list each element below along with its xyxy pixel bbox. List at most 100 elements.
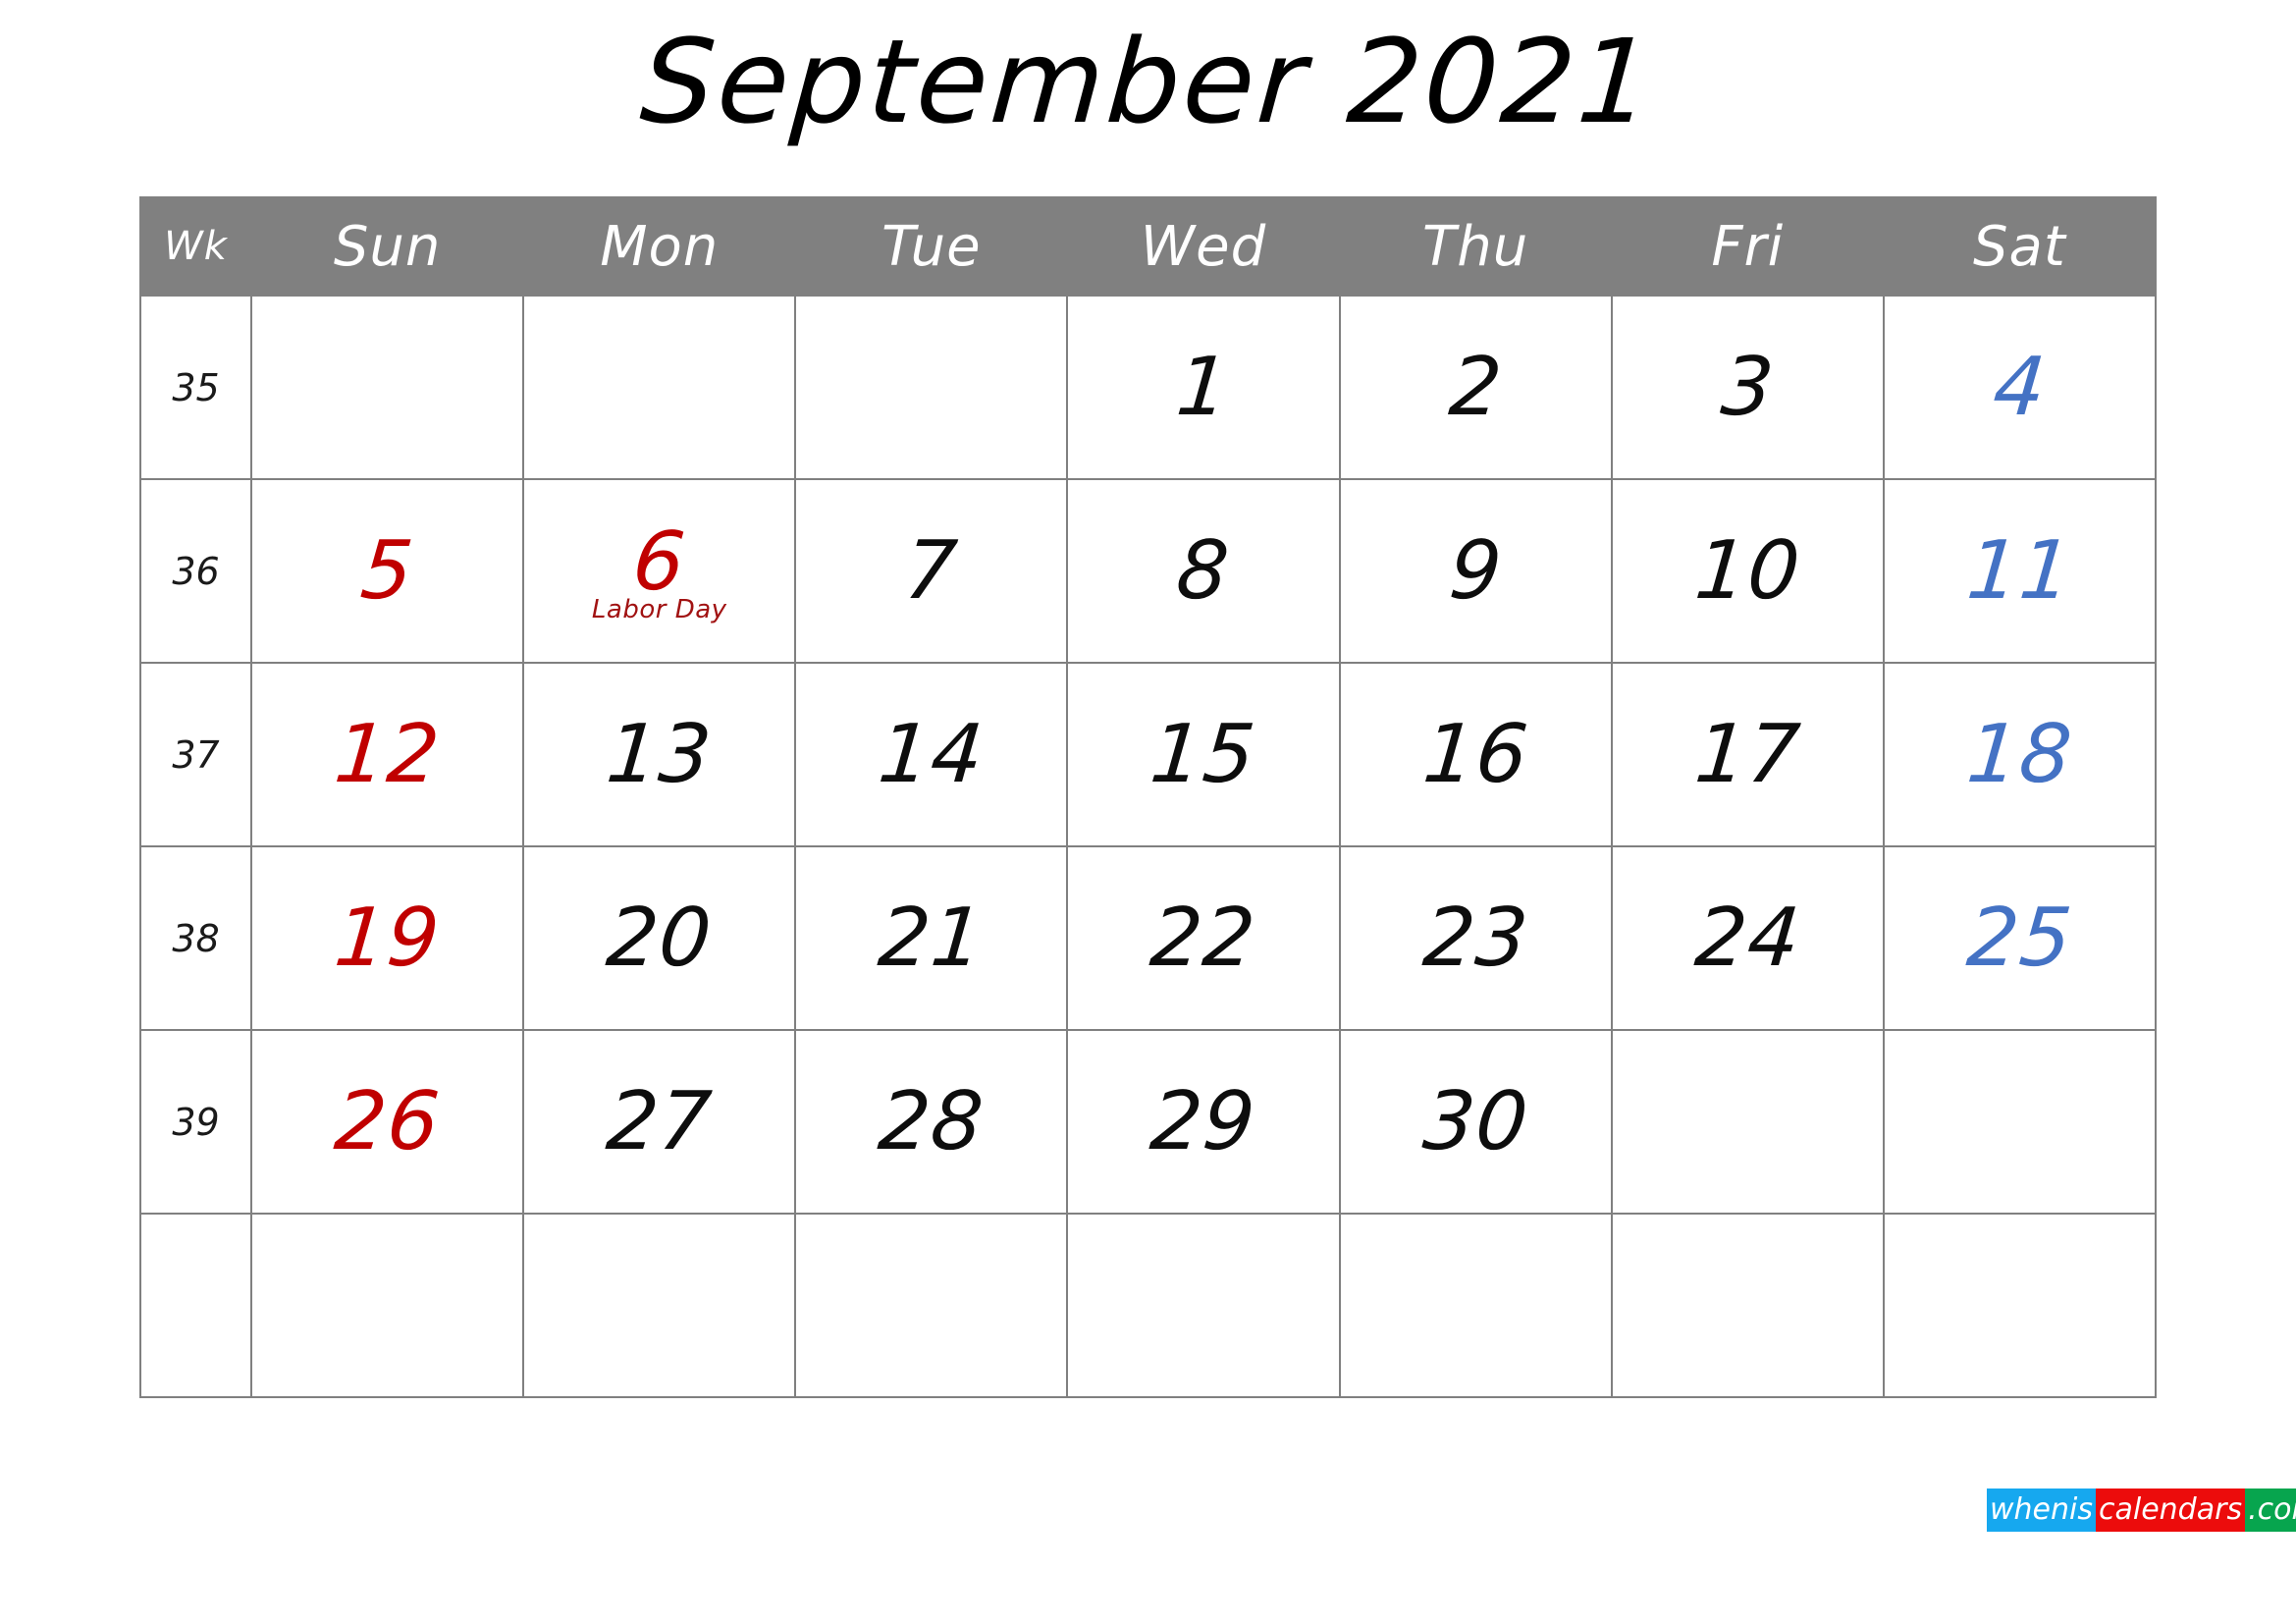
week-number-label: 39 xyxy=(172,1100,220,1144)
day-number: 25 xyxy=(1963,891,2076,985)
week-number-label: 35 xyxy=(172,365,220,409)
page-title: September 2021 xyxy=(636,14,1660,149)
day-number: 24 xyxy=(1690,891,1804,985)
day-cell-fri[interactable]: 17 xyxy=(1610,662,1885,847)
day-cell-fri[interactable]: 24 xyxy=(1610,845,1885,1031)
day-cell-fri[interactable] xyxy=(1610,1029,1885,1215)
day-number: 15 xyxy=(1147,707,1260,801)
header-day-tue: Tue xyxy=(794,196,1069,297)
week-number-label: 37 xyxy=(172,732,220,777)
logo-part-com: .com xyxy=(2245,1489,2296,1532)
site-logo: whenis calendars .com xyxy=(1987,1489,2296,1532)
day-cell-wed[interactable]: 8 xyxy=(1066,478,1341,664)
day-number: 27 xyxy=(603,1074,717,1168)
weekday-header-row: Wk Sun Mon Tue Wed Thu Fri Sat xyxy=(138,196,2158,297)
day-cell-wed[interactable]: 22 xyxy=(1066,845,1341,1031)
day-cell-thu[interactable]: 16 xyxy=(1338,662,1613,847)
day-cell-sat[interactable]: 18 xyxy=(1882,662,2158,847)
day-number: 22 xyxy=(1147,891,1260,985)
day-cell-sun[interactable] xyxy=(250,1213,525,1398)
day-number: 3 xyxy=(1717,340,1779,434)
header-day-thu: Thu xyxy=(1338,196,1613,297)
day-number: 9 xyxy=(1445,523,1506,618)
day-cell-mon[interactable]: 6 Labor Day xyxy=(522,478,797,664)
day-cell-tue[interactable]: 7 xyxy=(794,478,1069,664)
day-number: 6 xyxy=(629,514,690,609)
day-cell-mon[interactable]: 27 xyxy=(522,1029,797,1215)
day-cell-sat[interactable] xyxy=(1882,1029,2158,1215)
day-cell-tue[interactable] xyxy=(794,295,1069,480)
day-cell-sun[interactable]: 26 xyxy=(250,1029,525,1215)
day-cell-sat[interactable]: 11 xyxy=(1882,478,2158,664)
day-cell-thu[interactable]: 30 xyxy=(1338,1029,1613,1215)
day-number: 1 xyxy=(1173,340,1234,434)
week-number-cell xyxy=(138,1213,253,1398)
day-cell-thu[interactable]: 2 xyxy=(1338,295,1613,480)
day-number: 2 xyxy=(1445,340,1506,434)
day-number: 26 xyxy=(331,1074,444,1168)
header-week-number: Wk xyxy=(138,196,253,297)
day-cell-fri[interactable] xyxy=(1610,1213,1885,1398)
day-number: 17 xyxy=(1690,707,1804,801)
day-cell-sun[interactable]: 5 xyxy=(250,478,525,664)
day-cell-wed[interactable] xyxy=(1066,1213,1341,1398)
day-number: 14 xyxy=(875,707,988,801)
day-number: 4 xyxy=(1989,340,2051,434)
day-number: 29 xyxy=(1147,1074,1260,1168)
day-cell-sat[interactable]: 4 xyxy=(1882,295,2158,480)
calendar-grid: Wk Sun Mon Tue Wed Thu Fri Sat 35 1 2 3 4 36 5… xyxy=(138,196,2158,1398)
day-number: 5 xyxy=(356,523,418,618)
day-number: 30 xyxy=(1418,1074,1532,1168)
day-cell-sun[interactable]: 19 xyxy=(250,845,525,1031)
day-cell-tue[interactable]: 14 xyxy=(794,662,1069,847)
week-number-cell: 37 xyxy=(138,662,253,847)
header-day-sat: Sat xyxy=(1882,196,2158,297)
day-cell-sun[interactable] xyxy=(250,295,525,480)
day-cell-sat[interactable]: 25 xyxy=(1882,845,2158,1031)
day-number: 7 xyxy=(901,523,962,618)
day-cell-fri[interactable]: 3 xyxy=(1610,295,1885,480)
logo-part-calendars: calendars xyxy=(2096,1489,2246,1532)
day-cell-wed[interactable]: 29 xyxy=(1066,1029,1341,1215)
day-cell-wed[interactable]: 15 xyxy=(1066,662,1341,847)
week-number-label: 38 xyxy=(172,916,220,960)
calendar-week-row: 38 19 20 21 22 23 24 25 xyxy=(138,845,2158,1031)
day-cell-tue[interactable] xyxy=(794,1213,1069,1398)
week-number-cell: 35 xyxy=(138,295,253,480)
logo-part-whenis: whenis xyxy=(1987,1489,2096,1532)
day-number: 16 xyxy=(1418,707,1532,801)
day-cell-mon[interactable] xyxy=(522,295,797,480)
day-cell-sat[interactable] xyxy=(1882,1213,2158,1398)
calendar-week-row: 36 5 6 Labor Day 7 8 9 10 11 xyxy=(138,478,2158,664)
header-day-wed: Wed xyxy=(1066,196,1341,297)
day-number: 28 xyxy=(875,1074,988,1168)
header-day-sun: Sun xyxy=(250,196,525,297)
day-number: 11 xyxy=(1963,523,2076,618)
day-number: 8 xyxy=(1173,523,1234,618)
day-cell-thu[interactable]: 23 xyxy=(1338,845,1613,1031)
calendar-week-row: 35 1 2 3 4 xyxy=(138,295,2158,480)
calendar-week-row: 39 26 27 28 29 30 xyxy=(138,1029,2158,1215)
day-cell-mon[interactable]: 20 xyxy=(522,845,797,1031)
day-cell-tue[interactable]: 21 xyxy=(794,845,1069,1031)
day-number: 23 xyxy=(1418,891,1532,985)
day-cell-sun[interactable]: 12 xyxy=(250,662,525,847)
day-cell-thu[interactable]: 9 xyxy=(1338,478,1613,664)
day-cell-thu[interactable] xyxy=(1338,1213,1613,1398)
day-cell-tue[interactable]: 28 xyxy=(794,1029,1069,1215)
day-number: 10 xyxy=(1690,523,1804,618)
day-cell-mon[interactable] xyxy=(522,1213,797,1398)
week-number-cell: 39 xyxy=(138,1029,253,1215)
day-cell-wed[interactable]: 1 xyxy=(1066,295,1341,480)
header-day-fri: Fri xyxy=(1610,196,1885,297)
day-cell-mon[interactable]: 13 xyxy=(522,662,797,847)
day-number: 19 xyxy=(331,891,444,985)
day-number: 13 xyxy=(603,707,717,801)
day-cell-fri[interactable]: 10 xyxy=(1610,478,1885,664)
holiday-label: Labor Day xyxy=(591,595,727,624)
calendar-week-row: 37 12 13 14 15 16 17 18 xyxy=(138,662,2158,847)
calendar-week-row xyxy=(138,1213,2158,1398)
calendar-body: 35 1 2 3 4 36 5 6 Labor Day 7 8 9 10 11 37 12 13 14 15 16 17… xyxy=(138,295,2158,1398)
week-number-label: 36 xyxy=(172,549,220,593)
header-day-mon: Mon xyxy=(522,196,797,297)
